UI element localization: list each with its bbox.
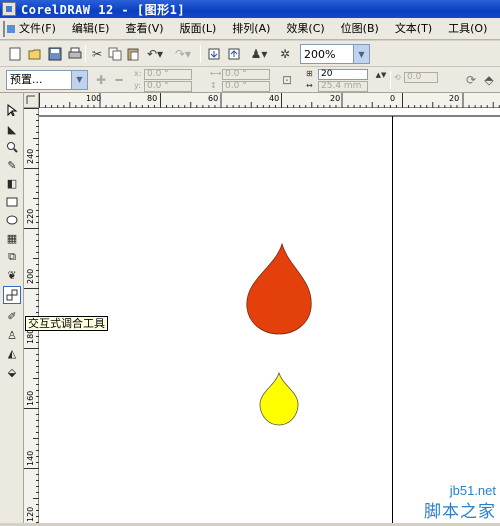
- toolbox: ◣ ✎ ◧ ▦ ⧉ ❦ ✐ ♙ ◭ ⬙: [0, 93, 24, 523]
- ruler-label-v: 220: [26, 209, 35, 224]
- ruler-label-h: 0: [390, 94, 395, 103]
- drawing-canvas[interactable]: [39, 108, 500, 523]
- x-label: x:: [134, 69, 142, 78]
- menu-bitmaps[interactable]: 位图(B): [333, 19, 387, 39]
- offset-icon: ↔: [306, 81, 313, 90]
- ruler-label-h: 40: [269, 94, 279, 103]
- interactive-fill-tool-icon[interactable]: ⬙: [3, 363, 21, 381]
- tool-tooltip: 交互式调合工具: [25, 316, 108, 331]
- angle-icon: ⟲: [394, 73, 401, 82]
- preset-select[interactable]: 预置... ▼: [6, 70, 88, 90]
- direct-blend-icon[interactable]: ⬘: [480, 71, 498, 89]
- blend-object-icon[interactable]: ⊡: [278, 71, 296, 89]
- chevron-down-icon[interactable]: ▼: [71, 71, 87, 89]
- ruler-label-h: 60: [208, 94, 218, 103]
- ruler-label-h: 100: [86, 94, 101, 103]
- undo-icon[interactable]: ↶▾: [144, 45, 166, 63]
- remove-preset-icon[interactable]: ━: [110, 71, 128, 89]
- copy-icon[interactable]: [106, 45, 124, 63]
- property-bar: 预置... ▼ ✚ ━ x: 0.0 ° y: 0.0 ° ⟷ 0.0 ° ↕ …: [0, 67, 500, 93]
- graph-paper-tool-icon[interactable]: ▦: [3, 229, 21, 247]
- ruler-label-v: 200: [26, 269, 35, 284]
- ruler-label-v: 240: [26, 149, 35, 164]
- application-launcher-icon[interactable]: ♟▾: [248, 45, 270, 63]
- ruler-label-v: 120: [26, 507, 35, 522]
- ruler-label-h: 20: [449, 94, 459, 103]
- zoom-tool-icon[interactable]: [3, 138, 21, 156]
- shape-tool-icon[interactable]: ◣: [3, 120, 21, 138]
- corel-online-icon[interactable]: ✲: [276, 45, 294, 63]
- watermark-site-name: 脚本之家: [424, 502, 496, 521]
- print-icon[interactable]: [66, 45, 84, 63]
- y-field[interactable]: 0.0 °: [144, 81, 192, 92]
- zoom-value: 200%: [304, 47, 336, 61]
- large-drop-shape[interactable]: [246, 242, 312, 335]
- x-field[interactable]: 0.0 °: [144, 69, 192, 80]
- ruler-label-v: 180: [26, 329, 35, 344]
- steps-field[interactable]: 20: [318, 69, 368, 80]
- menu-view[interactable]: 查看(V): [117, 19, 171, 39]
- y-label: y:: [134, 81, 141, 90]
- ruler-label-v: 160: [26, 391, 35, 406]
- chevron-down-icon[interactable]: ▼: [353, 45, 369, 63]
- export-icon[interactable]: [226, 45, 244, 63]
- cut-icon[interactable]: ✂: [88, 45, 106, 63]
- rectangle-tool-icon[interactable]: [3, 193, 21, 211]
- loop-blend-icon[interactable]: ⟳: [462, 71, 480, 89]
- redo-icon[interactable]: ↷▾: [172, 45, 194, 63]
- zoom-level-select[interactable]: 200% ▼: [300, 44, 370, 64]
- interactive-blend-tool-icon[interactable]: [3, 286, 21, 304]
- menu-effects[interactable]: 效果(C): [278, 19, 332, 39]
- watermark-url: jb51.net: [449, 483, 496, 498]
- outline-tool-icon[interactable]: ♙: [3, 326, 21, 344]
- freehand-tool-icon[interactable]: ✎: [3, 156, 21, 174]
- height-field[interactable]: 0.0 °: [222, 81, 270, 92]
- small-drop-shape[interactable]: [259, 371, 299, 426]
- ruler-label-h: 20: [330, 94, 340, 103]
- toolbar-separator: [390, 71, 391, 89]
- offset-field[interactable]: 25.4 mm: [318, 81, 368, 92]
- preset-value: 预置...: [10, 73, 43, 86]
- pick-tool-icon[interactable]: [3, 101, 21, 119]
- text-tool-icon[interactable]: ❦: [3, 266, 21, 284]
- menu-edit[interactable]: 编辑(E): [64, 19, 118, 39]
- smart-fill-tool-icon[interactable]: ◧: [3, 174, 21, 192]
- import-icon[interactable]: [206, 45, 224, 63]
- menu-arrange[interactable]: 排列(A): [224, 19, 278, 39]
- title-bar: CorelDRAW 12 - [图形1]: [0, 0, 500, 18]
- eyedropper-tool-icon[interactable]: ✐: [3, 307, 21, 325]
- ruler-label-v: 140: [26, 451, 35, 466]
- steps-icon: ⊞: [306, 69, 313, 78]
- menu-window[interactable]: 窗口: [495, 19, 500, 39]
- open-folder-icon[interactable]: [26, 45, 44, 63]
- horizontal-ruler-ticks: 100 80 60 40 20 0 20: [39, 93, 500, 108]
- document-icon[interactable]: [3, 20, 15, 37]
- width-icon: ⟷: [210, 69, 222, 78]
- standard-toolbar: ✂ ↶▾ ↷▾ ♟▾ ✲: [0, 41, 500, 67]
- menu-text[interactable]: 文本(T): [387, 19, 440, 39]
- canvas-svg: [39, 115, 500, 523]
- menu-bar: 文件(F) 编辑(E) 查看(V) 版面(L) 排列(A) 效果(C) 位图(B…: [0, 18, 500, 40]
- basic-shapes-tool-icon[interactable]: ⧉: [3, 248, 21, 266]
- height-icon: ↕: [210, 81, 217, 90]
- toolbar-separator: [200, 45, 201, 63]
- width-field[interactable]: 0.0 °: [222, 69, 270, 80]
- save-icon[interactable]: [46, 45, 64, 63]
- fill-tool-icon[interactable]: ◭: [3, 344, 21, 362]
- coreldraw-app-icon[interactable]: [2, 2, 16, 16]
- menu-layout[interactable]: 版面(L): [172, 19, 225, 39]
- window-title: CorelDRAW 12 - [图形1]: [21, 2, 186, 17]
- angle-field[interactable]: 0.0: [404, 72, 438, 83]
- menu-tools[interactable]: 工具(O): [440, 19, 495, 39]
- ellipse-tool-icon[interactable]: [3, 211, 21, 229]
- paste-icon[interactable]: [124, 45, 142, 63]
- toolbar-separator: [85, 45, 86, 63]
- ruler-corner[interactable]: [24, 93, 39, 108]
- horizontal-ruler[interactable]: 100 80 60 40 20 0 20: [39, 93, 500, 108]
- steps-spin-icon[interactable]: ▲▼: [372, 69, 390, 80]
- add-preset-icon[interactable]: ✚: [92, 71, 110, 89]
- menu-file[interactable]: 文件(F): [11, 19, 64, 39]
- new-document-icon[interactable]: [6, 45, 24, 63]
- ruler-label-h: 80: [147, 94, 157, 103]
